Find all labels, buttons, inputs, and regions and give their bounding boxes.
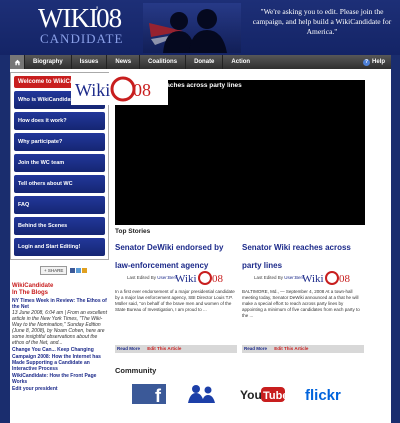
myspace-icon[interactable] (188, 385, 215, 403)
story-title-link[interactable]: Senator Wiki reaches across party lines (242, 243, 351, 270)
blog-link[interactable]: WikiCandidate: How the Front Page Works (12, 373, 96, 385)
blog-list-item: Change You Can... Keep Changing (10, 347, 109, 353)
blog-list-item: Edit your president (10, 386, 109, 392)
edited-by-label: Last Edited By (254, 275, 284, 280)
svg-text:Wiki: Wiki (175, 273, 197, 285)
blog-link[interactable]: Change You Can... Keep Changing (12, 347, 94, 353)
nav-issues[interactable]: Issues (70, 55, 107, 69)
edited-by-label: Last Edited By (127, 275, 157, 280)
sidebar-join-team-button[interactable]: Join the WC team (14, 154, 105, 172)
home-button[interactable] (10, 55, 24, 69)
wikic08-story-logo: Wiki 08 (302, 271, 351, 285)
community-links: f You Tube flickr (132, 384, 341, 405)
share-service-icons (69, 268, 88, 273)
sidebar-faq-button[interactable]: FAQ (14, 196, 105, 214)
nav-action[interactable]: Action (222, 55, 258, 69)
edit-article-link[interactable]: Edit This Article (274, 346, 308, 351)
blog-list-item: NY Times Week in Review: The Ethos of th… (10, 298, 109, 346)
blog-link[interactable]: NY Times Week in Review: The Ethos of th… (12, 298, 107, 310)
read-more-link[interactable]: Read More (117, 346, 140, 351)
facebook-share-icon[interactable] (70, 268, 76, 273)
share-button[interactable]: + SHARE (40, 266, 68, 275)
share-label: SHARE (47, 268, 64, 273)
nav-news[interactable]: News (106, 55, 139, 69)
story-title-link[interactable]: Senator DeWiki endorsed by law-enforceme… (115, 243, 223, 270)
svg-text:You: You (240, 388, 262, 402)
svg-text:08: 08 (133, 80, 151, 100)
home-icon (14, 59, 20, 65)
read-more-link[interactable]: Read More (244, 346, 267, 351)
svg-text:08: 08 (212, 273, 224, 285)
email-share-icon[interactable] (82, 268, 88, 273)
svg-text:Tube: Tube (263, 390, 288, 402)
blog-excerpt: 13 June 2008, 6:04 am | From an excellen… (12, 310, 107, 346)
help-label: Help (371, 59, 385, 65)
wikic08-story-logo: Wiki 08 (175, 271, 224, 285)
facebook-icon[interactable]: f (132, 384, 166, 405)
sidebar: Welcome to WikiCandidate! Who is WikiCan… (10, 72, 109, 392)
blogs-heading-line2: In The Blogs (12, 290, 48, 296)
sidebar-login-button[interactable]: Login and Start Editing! (14, 238, 105, 256)
svg-text:08: 08 (339, 273, 351, 285)
page-margin (391, 69, 400, 423)
youtube-icon[interactable]: You Tube (240, 387, 288, 402)
story-actions: Read More Edit This Article (242, 345, 364, 353)
sidebar-why-participate-button[interactable]: Why participate? (14, 133, 105, 151)
blogs-heading: WikiCandidate In The Blogs (10, 283, 109, 297)
story-excerpt: In a first ever endorsement of a major p… (115, 289, 235, 312)
svg-text:f: f (155, 386, 162, 405)
sidebar-tell-others-button[interactable]: Tell others about WC (14, 175, 105, 193)
story-excerpt: BALTIMORE, Md., — September 4, 2008 At a… (242, 289, 360, 318)
site-header: WIKI'08 CANDIDATE "We're asking you to e… (0, 0, 400, 55)
svg-text:Wiki: Wiki (75, 80, 110, 100)
main-nav: Biography Issues News Coalitions Donate … (10, 55, 391, 69)
help-link[interactable]: ? Help (362, 58, 391, 66)
story-card: Senator Wiki reaches across party lines … (242, 237, 364, 355)
twitter-share-icon[interactable] (76, 268, 82, 273)
svg-text:flickr: flickr (305, 387, 341, 404)
blogs-heading-line1: WikiCandidate (12, 283, 54, 289)
story-card: Senator DeWiki endorsed by law-enforceme… (115, 237, 237, 355)
blog-list-item: WikiCandidate: How the Front Page Works (10, 373, 109, 385)
share-widget: + SHARE (40, 266, 109, 275)
campaign-tagline: "We're asking you to edit. Please join t… (252, 7, 392, 36)
share-plus-icon: + (44, 268, 47, 273)
nav-coalitions[interactable]: Coalitions (139, 55, 185, 69)
story-actions: Read More Edit This Article (115, 345, 237, 353)
sidebar-behind-scenes-button[interactable]: Behind the Scenes (14, 217, 105, 235)
blog-link[interactable]: Edit your president (12, 386, 58, 392)
edit-article-link[interactable]: Edit This Article (147, 346, 181, 351)
blog-list-item: Campaign 2008: How the Internet has Made… (10, 354, 109, 372)
flickr-icon[interactable]: flickr (305, 387, 341, 404)
help-icon: ? (362, 58, 370, 66)
logo-year-text: 08 (96, 3, 122, 33)
nav-donate[interactable]: Donate (185, 55, 222, 69)
site-logo[interactable]: WIKI'08 (38, 3, 122, 34)
logo-wiki-text: WIKI (38, 3, 98, 33)
svg-text:Wiki: Wiki (302, 273, 324, 285)
blog-link[interactable]: Campaign 2008: How the Internet has Made… (12, 354, 101, 372)
sidebar-how-works-button[interactable]: How does it work? (14, 112, 105, 130)
community-heading: Community (115, 366, 157, 375)
wikic08-feature-logo: Wiki 08 (71, 73, 168, 105)
logo-candidate-text: CANDIDATE (40, 31, 124, 46)
candidate-silhouettes-image (143, 3, 241, 53)
top-stories-heading: Top Stories (115, 228, 151, 235)
nav-biography[interactable]: Biography (24, 55, 71, 69)
